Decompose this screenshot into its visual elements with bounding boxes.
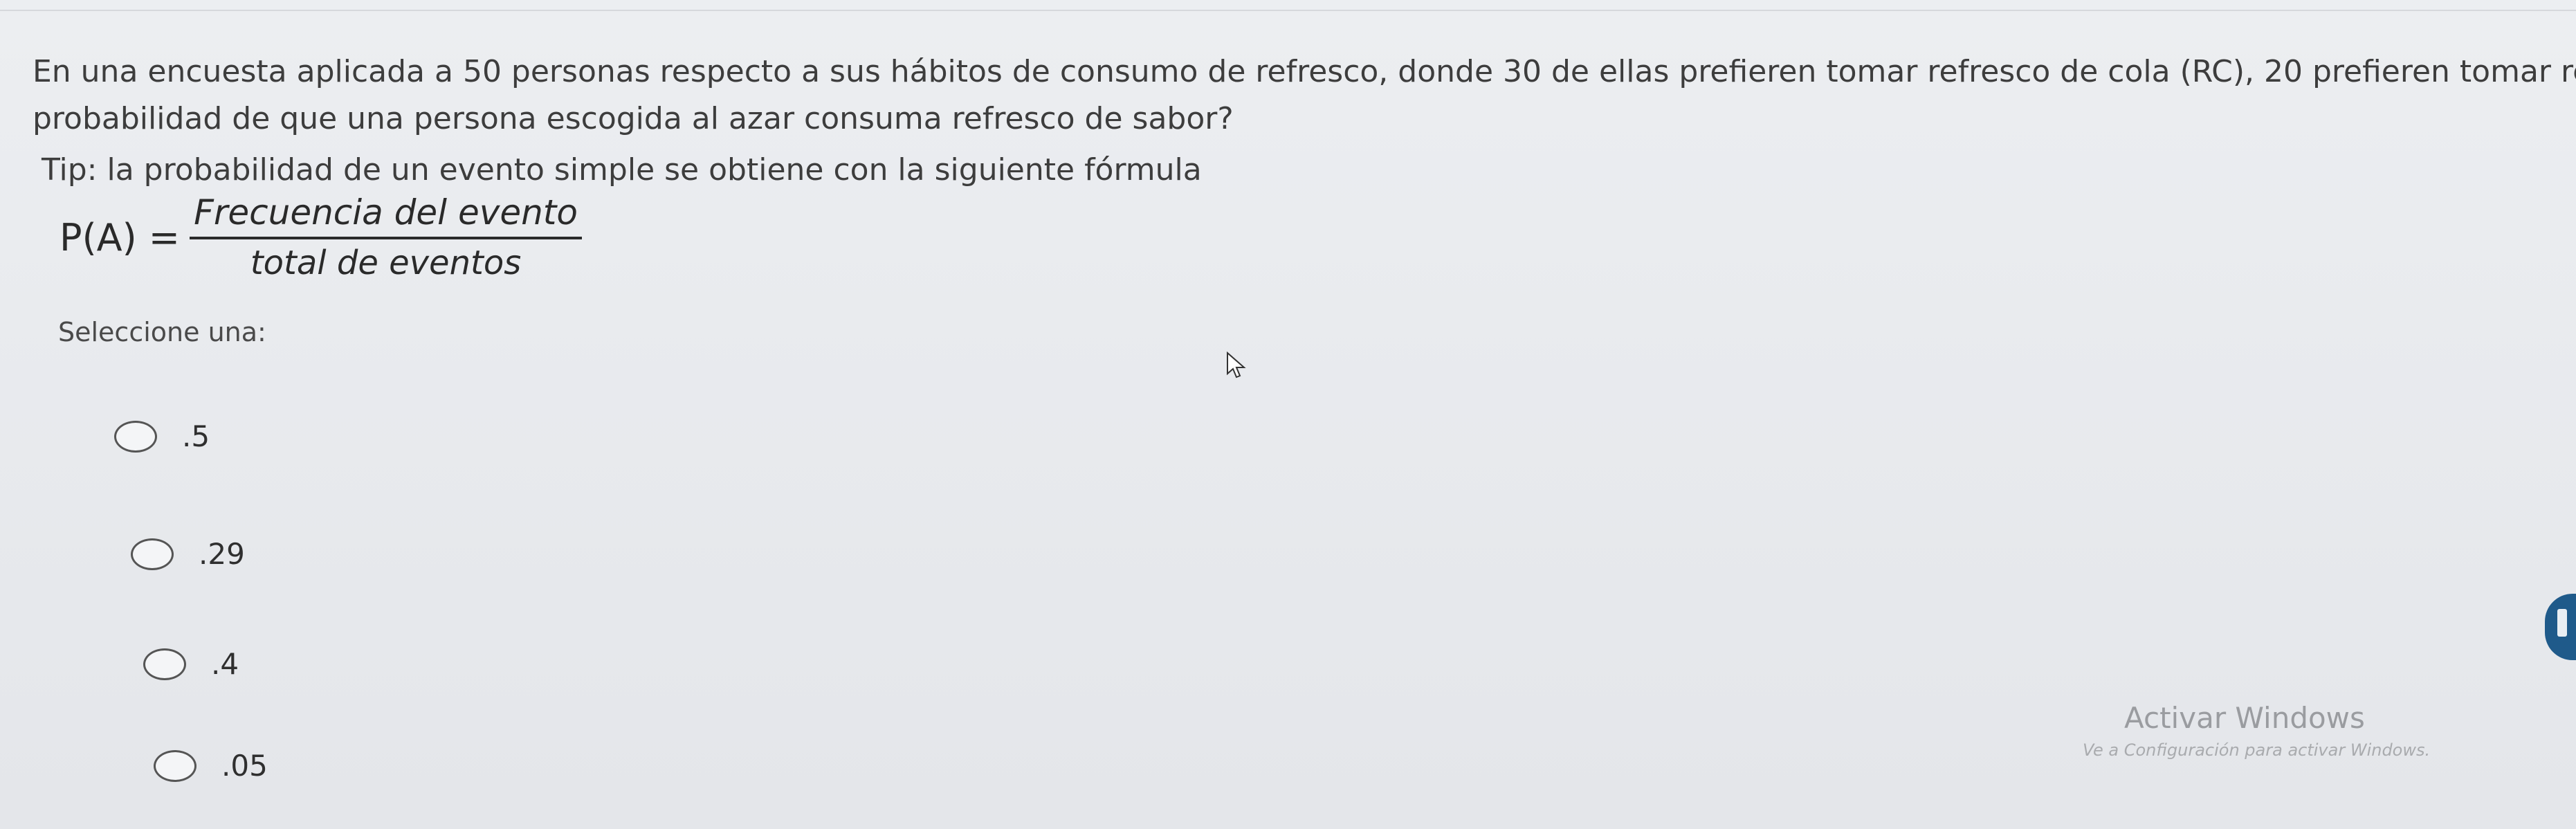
answer-option-3[interactable]: .4 bbox=[143, 647, 239, 681]
select-label: Seleccione una: bbox=[58, 317, 266, 347]
side-panel-glyph bbox=[2557, 609, 2567, 637]
top-divider bbox=[0, 10, 2576, 11]
question-line-2: probabilidad de que una persona escogida… bbox=[33, 101, 1234, 136]
quiz-screen: En una encuesta aplicada a 50 personas r… bbox=[0, 0, 2576, 829]
question-text: En una encuesta aplicada a 50 personas r… bbox=[33, 48, 2576, 143]
option-label: .5 bbox=[182, 419, 210, 453]
answer-option-2[interactable]: .29 bbox=[131, 537, 245, 571]
formula-lhs: P(A) = bbox=[60, 215, 181, 259]
option-label: .05 bbox=[221, 749, 268, 783]
question-line-1: En una encuesta aplicada a 50 personas r… bbox=[33, 54, 2576, 89]
radio-button[interactable] bbox=[154, 749, 197, 782]
tip-text: Tip: la probabilidad de un evento simple… bbox=[42, 152, 1202, 188]
answer-option-4[interactable]: .05 bbox=[154, 749, 268, 783]
radio-button[interactable] bbox=[114, 420, 157, 453]
formula-fraction: Frecuencia del evento total de eventos bbox=[190, 192, 582, 282]
mouse-pointer-icon bbox=[1227, 352, 1246, 379]
side-panel-icon[interactable] bbox=[2545, 594, 2576, 660]
radio-button[interactable] bbox=[131, 538, 174, 570]
activation-watermark-subtitle: Ve a Configuración para activar Windows. bbox=[2083, 740, 2431, 760]
radio-button[interactable] bbox=[143, 648, 186, 680]
option-label: .4 bbox=[211, 647, 239, 681]
answer-option-1[interactable]: .5 bbox=[114, 419, 210, 453]
formula-denominator: total de eventos bbox=[250, 244, 522, 282]
activation-watermark-title: Activar Windows bbox=[2124, 701, 2365, 735]
probability-formula: P(A) = Frecuencia del evento total de ev… bbox=[60, 192, 582, 282]
option-label: .29 bbox=[199, 537, 245, 571]
formula-numerator: Frecuencia del evento bbox=[190, 192, 582, 239]
